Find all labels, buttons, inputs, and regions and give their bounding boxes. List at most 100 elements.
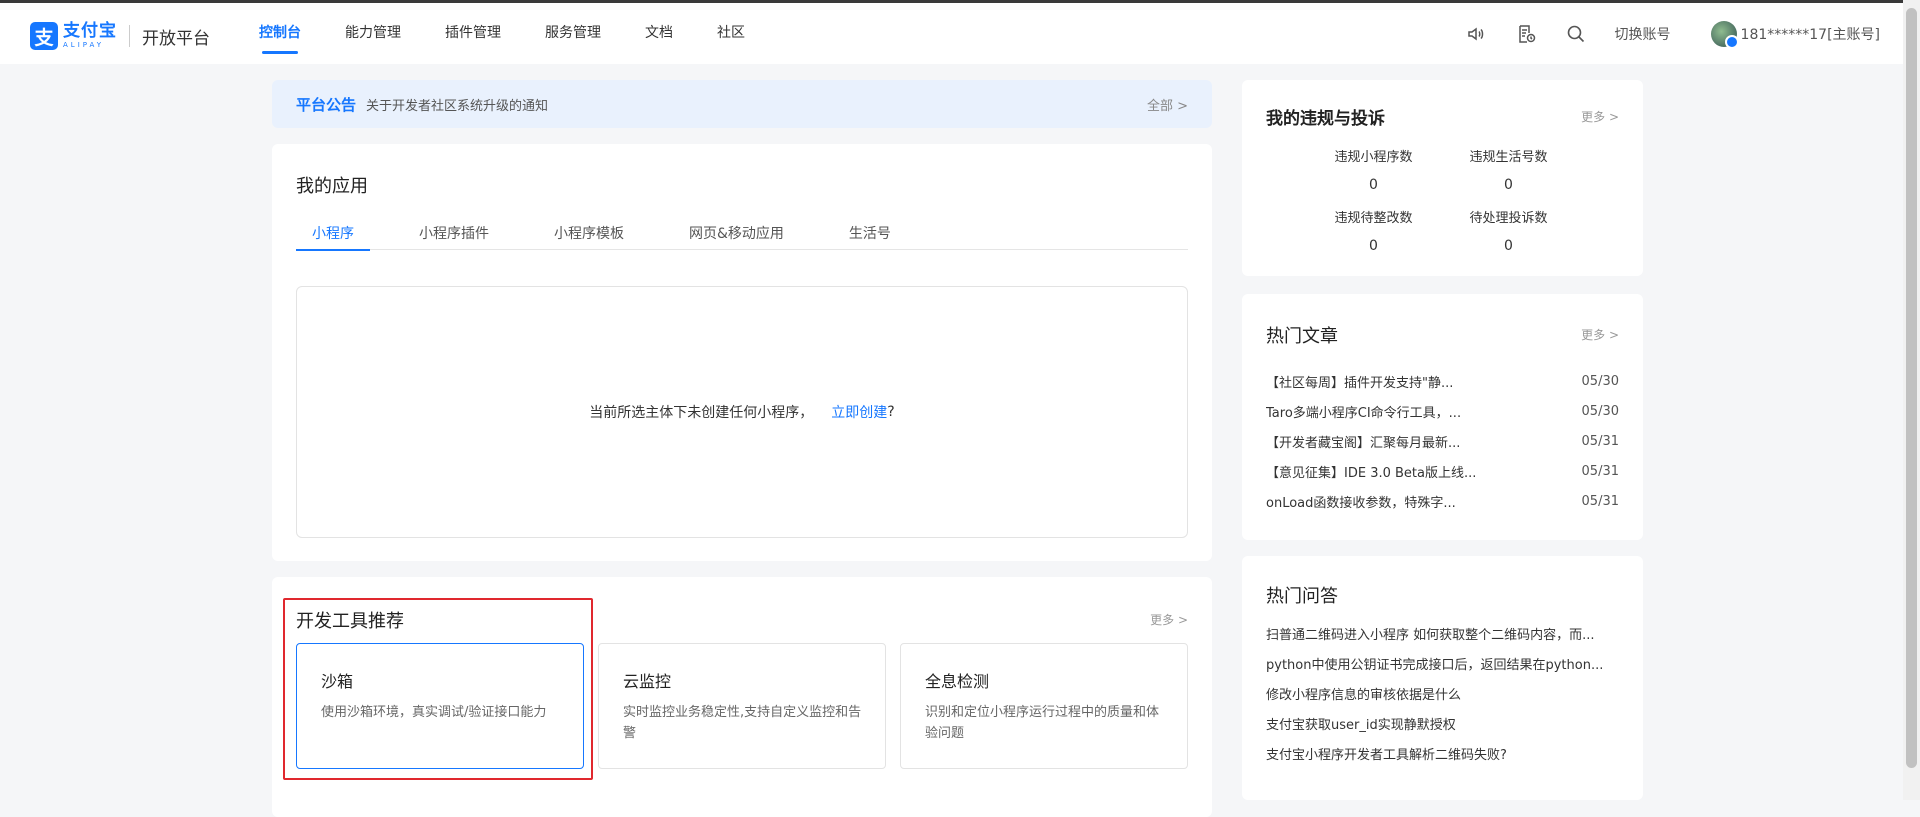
tool-card-cloud-monitor[interactable]: 云监控 实时监控业务稳定性,支持自定义监控和告警 [598, 643, 886, 769]
account-name[interactable]: 181******17[主账号] [1741, 24, 1880, 44]
my-apps-tabs: 小程序 小程序插件 小程序模板 网页&移动应用 生活号 [296, 220, 1188, 251]
logo-en: ALIPAY [63, 41, 105, 49]
dev-tools-more-link[interactable]: 更多 > [1150, 611, 1188, 628]
stat-value: 0 [1369, 238, 1378, 254]
announcement-tag: 平台公告 [296, 95, 357, 114]
search-icon[interactable] [1565, 23, 1587, 45]
violations-card: 我的违规与投诉 更多 > 违规小程序数 0 违规生活号数 0 违规待整改数 0 … [1242, 80, 1643, 276]
article-title: 【开发者藏宝阁】汇聚每月最新... [1266, 435, 1461, 451]
stat-label: 违规小程序数 [1334, 150, 1413, 165]
list-item[interactable]: python中使用公钥证书完成接口后，返回结果在python... [1266, 648, 1619, 678]
stat-value: 0 [1369, 177, 1378, 193]
tool-card-sandbox[interactable]: 沙箱 使用沙箱环境，真实调试/验证接口能力 [296, 643, 584, 769]
tool-name: 沙箱 [321, 672, 354, 691]
hot-articles-card: 热门文章 更多 > 【社区每周】插件开发支持"静... 05/30 Taro多端… [1242, 294, 1643, 540]
avatar[interactable] [1710, 20, 1739, 49]
article-title: Taro多端小程序CI命令行工具，... [1266, 405, 1462, 421]
alipay-logo-mark: 支 [30, 22, 58, 50]
tool-desc: 使用沙箱环境，真实调试/验证接口能力 [321, 705, 547, 720]
violations-title: 我的违规与投诉 [1266, 109, 1385, 129]
article-title: onLoad函数接收参数，特殊字... [1266, 495, 1456, 511]
tool-desc: 识别和定位小程序运行过程中的质量和体验问题 [925, 705, 1160, 741]
nav-community[interactable]: 社区 [717, 3, 745, 64]
logo-divider [129, 25, 130, 47]
list-item[interactable]: 【意见征集】IDE 3.0 Beta版上线... 05/31 [1266, 456, 1619, 486]
tab-life-account[interactable]: 生活号 [833, 220, 907, 249]
my-apps-card: 我的应用 小程序 小程序插件 小程序模板 网页&移动应用 生活号 当前所选主体下… [272, 144, 1212, 561]
list-item[interactable]: Taro多端小程序CI命令行工具，... 05/30 [1266, 396, 1619, 426]
hot-qa-card: 热门问答 扫普通二维码进入小程序 如何获取整个二维码内容，而... python… [1242, 556, 1643, 800]
tool-name: 全息检测 [925, 672, 990, 691]
my-apps-title: 我的应用 [296, 176, 368, 197]
article-date: 05/31 [1581, 433, 1619, 449]
violations-stats: 违规小程序数 0 违规生活号数 0 违规待整改数 0 待处理投诉数 0 [1306, 146, 1576, 254]
hot-articles-more-link[interactable]: 更多 > [1581, 326, 1619, 343]
stat-pending-rectification[interactable]: 违规待整改数 0 [1306, 207, 1441, 254]
tab-mini-program[interactable]: 小程序 [296, 220, 370, 251]
question-title: python中使用公钥证书完成接口后，返回结果在python... [1266, 657, 1604, 673]
violations-more-link[interactable]: 更多 > [1581, 108, 1619, 125]
tab-web-mobile-app[interactable]: 网页&移动应用 [673, 220, 800, 249]
alipay-logo-text: 支付宝 ALIPAY [63, 23, 117, 49]
announcement-link[interactable]: 关于开发者社区系统升级的通知 [366, 95, 548, 114]
stat-label: 违规生活号数 [1469, 150, 1548, 165]
nav-console[interactable]: 控制台 [259, 3, 301, 64]
empty-state-text: 当前所选主体下未创建任何小程序， [589, 405, 814, 421]
top-right-tools: 切换账号 181******17[主账号] [1437, 3, 1880, 64]
logo-cn: 支付宝 [63, 21, 117, 41]
stat-value: 0 [1504, 177, 1513, 193]
list-item[interactable]: 支付宝获取user_id实现静默授权 [1266, 708, 1619, 738]
article-title: 【社区每周】插件开发支持"静... [1266, 375, 1454, 391]
question-title: 支付宝小程序开发者工具解析二维码失败? [1266, 747, 1507, 763]
list-item[interactable]: 【社区每周】插件开发支持"静... 05/30 [1266, 366, 1619, 396]
dev-tools-card: 开发工具推荐 更多 > 沙箱 使用沙箱环境，真实调试/验证接口能力 云监控 实时… [272, 577, 1212, 817]
tab-mini-program-plugin[interactable]: 小程序插件 [403, 220, 505, 249]
speaker-icon[interactable] [1465, 23, 1487, 45]
announcement-all-link[interactable]: 全部 > [1147, 95, 1188, 114]
hot-articles-list: 【社区每周】插件开发支持"静... 05/30 Taro多端小程序CI命令行工具… [1266, 366, 1619, 516]
dev-tools-title: 开发工具推荐 [296, 611, 404, 632]
hot-articles-title: 热门文章 [1266, 326, 1338, 347]
tool-name: 云监控 [623, 672, 672, 691]
article-date: 05/31 [1581, 463, 1619, 479]
tab-mini-program-template[interactable]: 小程序模板 [538, 220, 640, 249]
nav-capability[interactable]: 能力管理 [345, 3, 401, 64]
empty-state: 当前所选主体下未创建任何小程序， 立即创建 ? [296, 286, 1188, 538]
stat-label: 待处理投诉数 [1469, 211, 1548, 226]
hot-qa-list: 扫普通二维码进入小程序 如何获取整个二维码内容，而... python中使用公钥… [1266, 618, 1619, 768]
article-date: 05/31 [1581, 493, 1619, 509]
scrollbar-thumb[interactable] [1906, 8, 1917, 768]
list-item[interactable]: 修改小程序信息的审核依据是什么 [1266, 678, 1619, 708]
tool-desc: 实时监控业务稳定性,支持自定义监控和告警 [623, 705, 862, 741]
stat-pending-complaints[interactable]: 待处理投诉数 0 [1441, 207, 1576, 254]
stat-value: 0 [1504, 238, 1513, 254]
top-navigation-bar: 支 支付宝 ALIPAY 开放平台 控制台 能力管理 插件管理 服务管理 文档 … [0, 0, 1920, 64]
nav-plugin[interactable]: 插件管理 [445, 3, 501, 64]
article-title: 【意见征集】IDE 3.0 Beta版上线... [1266, 465, 1477, 481]
list-item[interactable]: 支付宝小程序开发者工具解析二维码失败? [1266, 738, 1619, 768]
main-nav: 控制台 能力管理 插件管理 服务管理 文档 社区 [259, 3, 789, 64]
list-item[interactable]: 扫普通二维码进入小程序 如何获取整个二维码内容，而... [1266, 618, 1619, 648]
nav-docs[interactable]: 文档 [645, 3, 673, 64]
create-now-link[interactable]: 立即创建 [831, 402, 887, 422]
list-item[interactable]: 【开发者藏宝阁】汇聚每月最新... 05/31 [1266, 426, 1619, 456]
list-item[interactable]: onLoad函数接收参数，特殊字... 05/31 [1266, 486, 1619, 516]
page-scrollbar[interactable] [1903, 0, 1920, 800]
document-clock-icon[interactable] [1515, 23, 1537, 45]
question-title: 扫普通二维码进入小程序 如何获取整个二维码内容，而... [1266, 627, 1595, 643]
alipay-logo[interactable]: 支 支付宝 ALIPAY 开放平台 [30, 20, 210, 52]
stat-violation-life-accounts[interactable]: 违规生活号数 0 [1441, 146, 1576, 193]
question-title: 支付宝获取user_id实现静默授权 [1266, 717, 1456, 733]
stat-label: 违规待整改数 [1334, 211, 1413, 226]
tool-card-holographic-check[interactable]: 全息检测 识别和定位小程序运行过程中的质量和体验问题 [900, 643, 1188, 769]
platform-name: 开放平台 [142, 28, 210, 49]
platform-announcement: 平台公告 关于开发者社区系统升级的通知 全部 > [272, 80, 1212, 128]
hot-qa-title: 热门问答 [1266, 586, 1338, 607]
nav-service[interactable]: 服务管理 [545, 3, 601, 64]
article-date: 05/30 [1581, 403, 1619, 419]
empty-state-suffix: ? [887, 404, 895, 420]
switch-account-link[interactable]: 切换账号 [1615, 24, 1671, 44]
stat-violation-mini-programs[interactable]: 违规小程序数 0 [1306, 146, 1441, 193]
article-date: 05/30 [1581, 373, 1619, 389]
question-title: 修改小程序信息的审核依据是什么 [1266, 687, 1462, 703]
